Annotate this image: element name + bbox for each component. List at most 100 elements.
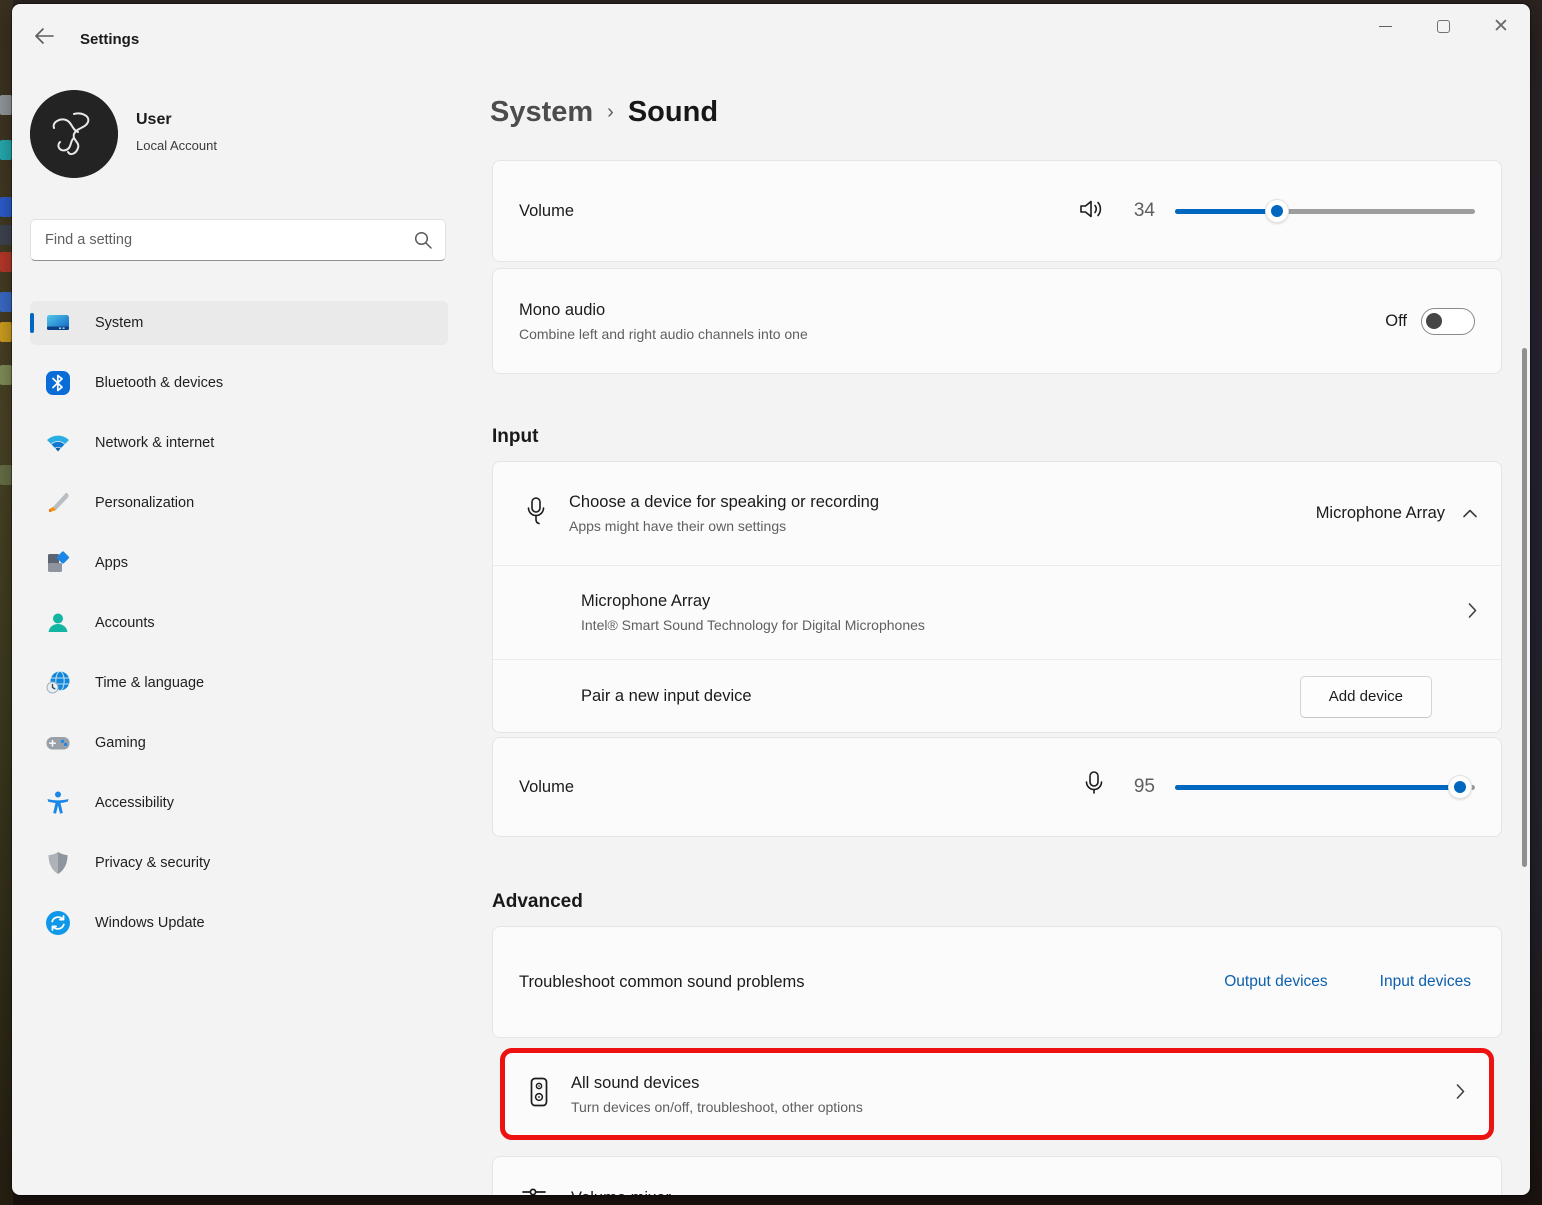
settings-window: Settings ✕ User Local Account bbox=[12, 4, 1530, 1195]
pair-input-device-row: Pair a new input device Add device bbox=[493, 660, 1501, 733]
input-device-selected-value: Microphone Array bbox=[1316, 504, 1445, 523]
time-language-icon bbox=[45, 670, 71, 696]
mono-audio-subtitle: Combine left and right audio channels in… bbox=[519, 326, 808, 342]
sound-devices-icon bbox=[529, 1076, 549, 1113]
input-devices-link[interactable]: Input devices bbox=[1380, 973, 1471, 991]
sidebar-item-accounts[interactable]: Accounts bbox=[30, 601, 448, 645]
output-volume-value: 34 bbox=[1125, 200, 1155, 222]
choose-input-device-title: Choose a device for speaking or recordin… bbox=[569, 493, 879, 512]
sidebar-item-label: Bluetooth & devices bbox=[95, 375, 223, 391]
sidebar-item-time-language[interactable]: Time & language bbox=[30, 661, 448, 705]
privacy-shield-icon bbox=[45, 850, 71, 876]
sidebar-item-label: Privacy & security bbox=[95, 855, 210, 871]
sidebar-item-label: System bbox=[95, 315, 143, 331]
selected-accent-pill bbox=[30, 313, 34, 333]
chevron-right-icon[interactable] bbox=[1456, 1084, 1465, 1104]
sidebar-item-network-internet[interactable]: Network & internet bbox=[30, 421, 448, 465]
sidebar-item-personalization[interactable]: Personalization bbox=[30, 481, 448, 525]
scrollbar-thumb[interactable] bbox=[1522, 348, 1527, 867]
slider-handle[interactable] bbox=[1449, 776, 1471, 798]
troubleshoot-card: Troubleshoot common sound problems Outpu… bbox=[492, 926, 1502, 1038]
system-icon bbox=[45, 310, 71, 336]
back-arrow-icon bbox=[34, 28, 54, 49]
windows-update-icon bbox=[45, 910, 71, 936]
sidebar-item-label: Accounts bbox=[95, 615, 155, 631]
gaming-icon bbox=[45, 730, 71, 756]
mono-audio-toggle-label: Off bbox=[1385, 312, 1407, 331]
chevron-right-icon[interactable] bbox=[1468, 603, 1477, 623]
sidebar-item-label: Apps bbox=[95, 555, 128, 571]
user-block[interactable]: User Local Account bbox=[30, 76, 448, 226]
slider-handle[interactable] bbox=[1266, 200, 1288, 222]
sidebar-item-gaming[interactable]: Gaming bbox=[30, 721, 448, 765]
sidebar-nav: System Bluetooth & devices Network & int… bbox=[30, 301, 448, 945]
microphone-array-title: Microphone Array bbox=[581, 592, 925, 611]
personalization-icon bbox=[45, 490, 71, 516]
sidebar: User Local Account System Bluetooth bbox=[30, 76, 448, 945]
sidebar-item-accessibility[interactable]: Accessibility bbox=[30, 781, 448, 825]
sidebar-item-apps[interactable]: Apps bbox=[30, 541, 448, 585]
microphone-array-row[interactable]: Microphone Array Intel® Smart Sound Tech… bbox=[493, 566, 1501, 659]
input-volume-card: Volume 95 bbox=[492, 737, 1502, 837]
main-content: System › Sound Volume 34 bbox=[492, 4, 1502, 1195]
output-devices-link[interactable]: Output devices bbox=[1224, 973, 1327, 991]
microphone-icon[interactable] bbox=[1083, 770, 1105, 805]
sidebar-item-label: Personalization bbox=[95, 495, 194, 511]
volume-mixer-icon bbox=[521, 1183, 547, 1196]
all-sound-devices-title: All sound devices bbox=[571, 1074, 863, 1093]
add-device-button[interactable]: Add device bbox=[1300, 676, 1432, 718]
search-icon bbox=[413, 230, 433, 255]
speaker-icon[interactable] bbox=[1077, 197, 1105, 226]
choose-input-device-row[interactable]: Choose a device for speaking or recordin… bbox=[493, 462, 1501, 565]
sidebar-item-privacy-security[interactable]: Privacy & security bbox=[30, 841, 448, 885]
volume-mixer-row[interactable]: Volume mixer bbox=[493, 1157, 1501, 1195]
search-box bbox=[30, 219, 446, 261]
accessibility-icon bbox=[45, 790, 71, 816]
input-volume-value: 95 bbox=[1125, 776, 1155, 798]
all-sound-devices-row[interactable]: All sound devices Turn devices on/off, t… bbox=[505, 1053, 1489, 1135]
volume-mixer-title: Volume mixer bbox=[571, 1189, 671, 1196]
breadcrumb: System › Sound bbox=[490, 96, 718, 129]
apps-icon bbox=[45, 550, 71, 576]
avatar bbox=[30, 90, 118, 178]
advanced-section-header: Advanced bbox=[492, 891, 583, 913]
microphone-array-subtitle: Intel® Smart Sound Technology for Digita… bbox=[581, 617, 925, 633]
breadcrumb-system-link[interactable]: System bbox=[490, 96, 593, 129]
user-name: User bbox=[136, 111, 172, 129]
network-icon bbox=[45, 430, 71, 456]
razer-logo-icon bbox=[30, 90, 118, 178]
toggle-knob bbox=[1426, 313, 1442, 329]
input-group-card: Choose a device for speaking or recordin… bbox=[492, 461, 1502, 733]
search-input[interactable] bbox=[31, 220, 445, 260]
page-title: Sound bbox=[628, 96, 718, 129]
microphone-icon bbox=[525, 496, 547, 531]
accounts-icon bbox=[45, 610, 71, 636]
sidebar-item-label: Windows Update bbox=[95, 915, 205, 931]
output-volume-label: Volume bbox=[519, 202, 574, 221]
mono-audio-card: Mono audio Combine left and right audio … bbox=[492, 268, 1502, 374]
input-volume-slider[interactable] bbox=[1175, 775, 1475, 799]
bluetooth-icon bbox=[45, 370, 71, 396]
chevron-up-icon[interactable] bbox=[1463, 505, 1477, 523]
troubleshoot-label: Troubleshoot common sound problems bbox=[519, 973, 805, 992]
breadcrumb-chevron-icon: › bbox=[607, 101, 614, 124]
sidebar-item-label: Network & internet bbox=[95, 435, 214, 451]
output-volume-card: Volume 34 bbox=[492, 160, 1502, 262]
sidebar-item-bluetooth-devices[interactable]: Bluetooth & devices bbox=[30, 361, 448, 405]
all-sound-devices-subtitle: Turn devices on/off, troubleshoot, other… bbox=[571, 1099, 863, 1115]
input-section-header: Input bbox=[492, 426, 538, 448]
sidebar-item-system[interactable]: System bbox=[30, 301, 448, 345]
red-annotation-box: All sound devices Turn devices on/off, t… bbox=[500, 1048, 1494, 1140]
sidebar-item-windows-update[interactable]: Windows Update bbox=[30, 901, 448, 945]
mono-audio-title: Mono audio bbox=[519, 301, 808, 320]
mono-audio-toggle[interactable] bbox=[1421, 308, 1475, 335]
input-volume-label: Volume bbox=[519, 778, 574, 797]
volume-mixer-card: Volume mixer bbox=[492, 1156, 1502, 1195]
output-volume-slider[interactable] bbox=[1175, 199, 1475, 223]
pair-input-device-label: Pair a new input device bbox=[581, 687, 752, 706]
sidebar-item-label: Time & language bbox=[95, 675, 204, 691]
choose-input-device-subtitle: Apps might have their own settings bbox=[569, 518, 879, 534]
user-account-type: Local Account bbox=[136, 138, 217, 153]
back-button[interactable] bbox=[26, 22, 62, 54]
sidebar-item-label: Gaming bbox=[95, 735, 146, 751]
